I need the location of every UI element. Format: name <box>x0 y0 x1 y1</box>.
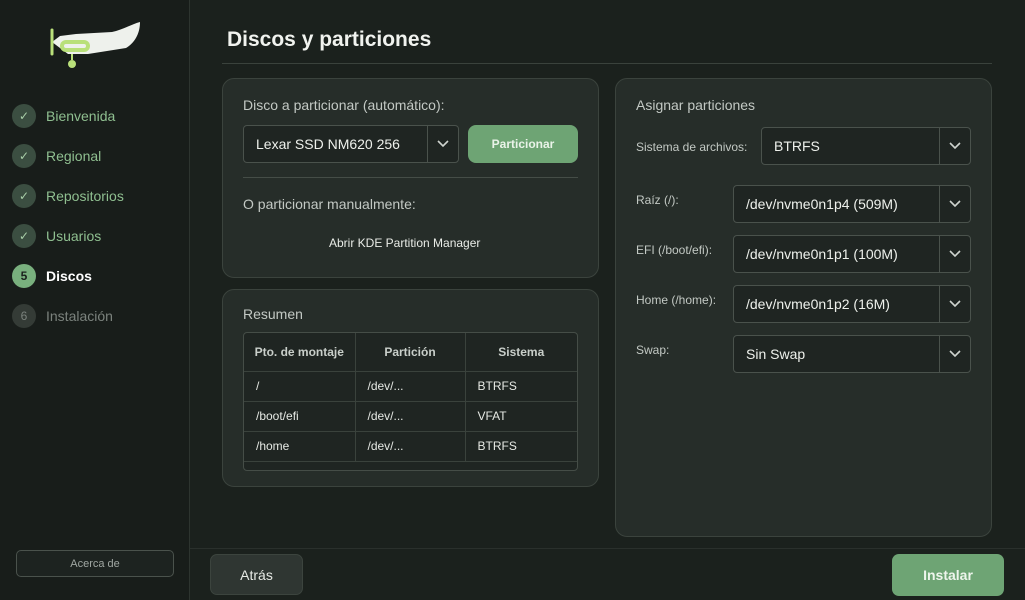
efi-select-value: /dev/nvme0n1p1 (100M) <box>746 246 898 262</box>
efi-select[interactable]: /dev/nvme0n1p1 (100M) <box>733 235 971 273</box>
step-bienvenida: ✓ Bienvenida <box>12 96 124 136</box>
home-select[interactable]: /dev/nvme0n1p2 (16M) <box>733 285 971 323</box>
step-number: 5 <box>12 264 36 288</box>
home-select-value: /dev/nvme0n1p2 (16M) <box>746 296 890 312</box>
step-label: Repositorios <box>46 188 124 204</box>
assign-title: Asignar particiones <box>636 97 756 113</box>
footer-divider <box>190 548 1025 549</box>
step-label: Instalación <box>46 308 113 324</box>
chevron-down-icon <box>427 126 458 162</box>
chevron-down-icon <box>939 286 970 322</box>
cell-partition: /dev/... <box>355 431 466 462</box>
disk-select-value: Lexar SSD NM620 256 <box>256 136 400 152</box>
efi-label: EFI (/boot/efi): <box>636 243 713 257</box>
disk-label: Disco a particionar (automático): <box>243 97 445 113</box>
swap-select-value: Sin Swap <box>746 346 806 362</box>
installer-window: ✓ Bienvenida ✓ Regional ✓ Repositorios ✓… <box>0 0 1025 600</box>
cell-system: BTRFS <box>465 431 577 462</box>
step-list: ✓ Bienvenida ✓ Regional ✓ Repositorios ✓… <box>12 96 124 336</box>
chevron-down-icon <box>939 186 970 222</box>
fs-label: Sistema de archivos: <box>636 140 748 154</box>
cell-mount: /home <box>244 431 356 462</box>
back-button[interactable]: Atrás <box>210 554 303 595</box>
summary-title: Resumen <box>243 306 303 322</box>
fs-select[interactable]: BTRFS <box>761 127 971 165</box>
panel-divider <box>243 177 578 178</box>
root-label: Raíz (/): <box>636 193 679 207</box>
chevron-down-icon <box>939 236 970 272</box>
swap-label: Swap: <box>636 343 670 357</box>
step-label: Usuarios <box>46 228 102 244</box>
cell-system: BTRFS <box>465 371 577 402</box>
check-icon: ✓ <box>12 224 36 248</box>
table-row[interactable]: /home /dev/... BTRFS <box>244 431 577 462</box>
swap-select[interactable]: Sin Swap <box>733 335 971 373</box>
chevron-down-icon <box>939 128 970 164</box>
home-label: Home (/home): <box>636 293 717 307</box>
cell-mount: /boot/efi <box>244 401 356 432</box>
step-discos: 5 Discos <box>12 256 124 296</box>
step-repositorios: ✓ Repositorios <box>12 176 124 216</box>
step-label: Regional <box>46 148 102 164</box>
cell-partition: /dev/... <box>355 401 466 432</box>
root-select-value: /dev/nvme0n1p4 (509M) <box>746 196 898 212</box>
summary-table: Pto. de montaje Partición Sistema / /dev… <box>243 332 578 471</box>
check-icon: ✓ <box>12 144 36 168</box>
install-button[interactable]: Instalar <box>892 554 1004 596</box>
root-select[interactable]: /dev/nvme0n1p4 (509M) <box>733 185 971 223</box>
airplane-logo-icon <box>50 22 140 68</box>
title-divider <box>222 63 992 64</box>
step-label: Bienvenida <box>46 108 116 124</box>
table-row[interactable]: /boot/efi /dev/... VFAT <box>244 401 577 432</box>
step-regional: ✓ Regional <box>12 136 124 176</box>
check-icon: ✓ <box>12 104 36 128</box>
about-button[interactable]: Acerca de <box>16 550 174 577</box>
cell-partition: /dev/... <box>355 371 466 402</box>
check-icon: ✓ <box>12 184 36 208</box>
manual-label: O particionar manualmente: <box>243 196 416 212</box>
disk-select[interactable]: Lexar SSD NM620 256 <box>243 125 459 163</box>
table-row[interactable]: / /dev/... BTRFS <box>244 371 577 402</box>
step-instalacion: 6 Instalación <box>12 296 124 336</box>
fs-select-value: BTRFS <box>774 138 820 154</box>
page-title: Discos y particiones <box>227 28 432 51</box>
column-header-system: Sistema <box>465 333 577 372</box>
partition-button[interactable]: Particionar <box>468 125 578 163</box>
sidebar: ✓ Bienvenida ✓ Regional ✓ Repositorios ✓… <box>0 0 190 600</box>
step-number: 6 <box>12 304 36 328</box>
step-usuarios: ✓ Usuarios <box>12 216 124 256</box>
column-header-partition: Partición <box>355 333 466 372</box>
cell-system: VFAT <box>465 401 577 432</box>
table-header-row: Pto. de montaje Partición Sistema <box>244 333 577 372</box>
column-header-mount: Pto. de montaje <box>244 333 356 372</box>
step-label: Discos <box>46 268 92 284</box>
chevron-down-icon <box>939 336 970 372</box>
kde-partition-manager-link[interactable]: Abrir KDE Partition Manager <box>329 236 480 250</box>
cell-mount: / <box>244 371 356 402</box>
